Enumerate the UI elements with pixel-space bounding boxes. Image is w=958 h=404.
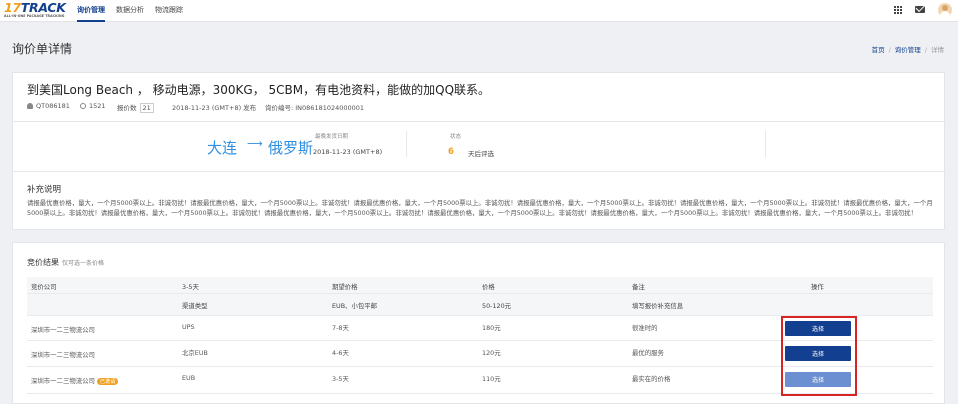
nav-inquiry-management[interactable]: 询价管理 (77, 5, 105, 22)
header-price: 价格 (482, 283, 495, 291)
header-action: 操作 (811, 283, 824, 291)
highlight-box (781, 316, 857, 396)
invited-badge: 已邀请 (96, 377, 119, 385)
route-destination: 俄罗斯 (268, 139, 314, 157)
divider (765, 131, 766, 157)
row-channel: 北京EUB (182, 349, 208, 357)
header-days: 3-5天 (182, 283, 199, 291)
ship-date-label: 最晚发货日期 (315, 134, 349, 140)
subheader-price-range: 50-120元 (482, 302, 512, 310)
logo-text: 17TRACK (4, 0, 66, 15)
inquiry-user: QT086181 (27, 102, 70, 110)
row-days: 3-5天 (332, 375, 349, 383)
eye-icon (80, 103, 86, 109)
subheader-channel: 渠道类型 (182, 302, 208, 310)
results-title: 竞价结果 仅可选一条价格 (27, 257, 104, 268)
header-company: 竞价公司 (31, 283, 57, 291)
results-hint: 仅可选一条价格 (62, 260, 105, 267)
row-remark: 很准时的 (632, 324, 658, 332)
row-days: 4-6天 (332, 349, 349, 357)
row-remark: 最实在的价格 (632, 375, 671, 383)
logo-tagline: ALL-IN-ONE PACKAGE TRACKING (4, 14, 65, 18)
row-company: 深圳市一二三物流公司 (31, 351, 95, 359)
breadcrumb: 首页 / 询价管理 / 详情 (871, 46, 944, 54)
quote-label: 报价数 (117, 104, 137, 112)
page-title: 询价单详情 (12, 42, 73, 56)
logo-17: 17 (4, 0, 21, 15)
mail-icon[interactable] (915, 6, 925, 13)
row-price: 120元 (482, 349, 501, 357)
row-company: 深圳市一二三物流公司 已邀请 (31, 376, 119, 385)
divider (13, 121, 946, 122)
route-arrow-icon: ⟶ (247, 137, 263, 150)
nav-logistics-tracking[interactable]: 物流跟踪 (155, 5, 183, 22)
views-count: 1521 (89, 102, 106, 110)
divider (406, 131, 407, 157)
row-channel: EUB (182, 374, 196, 382)
status-label: 状态 (450, 134, 462, 140)
inquiry-views: 1521 (80, 102, 106, 110)
quote-count: 报价数 21 (117, 102, 154, 113)
note-text: 请报最优惠价格，量大，一个月5000票以上。非诚勿扰！请报最优惠价格，量大，一个… (27, 199, 933, 218)
inquiry-title: 到美国Long Beach ， 移动电源，300KG， 5CBM，有电池资料，能… (27, 83, 491, 97)
nav-data-analysis[interactable]: 数据分析 (116, 5, 144, 22)
subheader-remark: 填写报价补充信息 (632, 302, 684, 310)
row-channel: UPS (182, 323, 195, 331)
note-title: 补充说明 (27, 185, 62, 195)
row-price: 110元 (482, 375, 501, 383)
status-days: 6 (448, 147, 454, 157)
ship-date-value: 2018-11-23 (GMT+8) (313, 148, 383, 156)
grid-icon[interactable] (893, 5, 903, 15)
breadcrumb-detail: 详情 (931, 46, 944, 54)
row-company: 深圳市一二三物流公司 (31, 326, 95, 334)
logo[interactable]: 17TRACK ALL-IN-ONE PACKAGE TRACKING (4, 0, 70, 21)
row-days: 7-8天 (332, 324, 349, 332)
results-title-text: 竞价结果 (27, 258, 59, 267)
header-expected-price: 期望价格 (332, 283, 358, 291)
row-remark: 最优的服务 (632, 349, 664, 357)
table-subheader: 渠道类型 EUB、小包平邮 50-120元 填写报价补充信息 (27, 294, 933, 316)
user-icon (27, 103, 33, 109)
quote-count-value: 21 (139, 103, 154, 113)
published-time: 2018-11-23 (GMT+8) 发布 (172, 104, 257, 112)
top-nav: 17TRACK ALL-IN-ONE PACKAGE TRACKING 询价管理… (0, 0, 958, 22)
avatar[interactable] (938, 3, 952, 17)
subheader-expected: EUB、小包平邮 (332, 302, 378, 310)
route-origin: 大连 (207, 139, 238, 157)
row-company-name: 深圳市一二三物流公司 (31, 377, 95, 385)
table-header: 竞价公司 3-5天 期望价格 价格 备注 操作 (27, 277, 933, 294)
row-price: 180元 (482, 324, 501, 332)
divider (13, 171, 946, 172)
breadcrumb-home[interactable]: 首页 (872, 46, 885, 54)
inquiry-number: 询价编号: IN086181024000001 (265, 104, 365, 112)
logo-track: TRACK (20, 0, 66, 15)
inquiry-card: 到美国Long Beach ， 移动电源，300KG， 5CBM，有电池资料，能… (12, 72, 946, 230)
breadcrumb-inquiry-management[interactable]: 询价管理 (895, 46, 921, 54)
status-text: 天后评选 (468, 150, 494, 158)
user-id: QT086181 (36, 102, 70, 110)
header-remark: 备注 (632, 283, 645, 291)
